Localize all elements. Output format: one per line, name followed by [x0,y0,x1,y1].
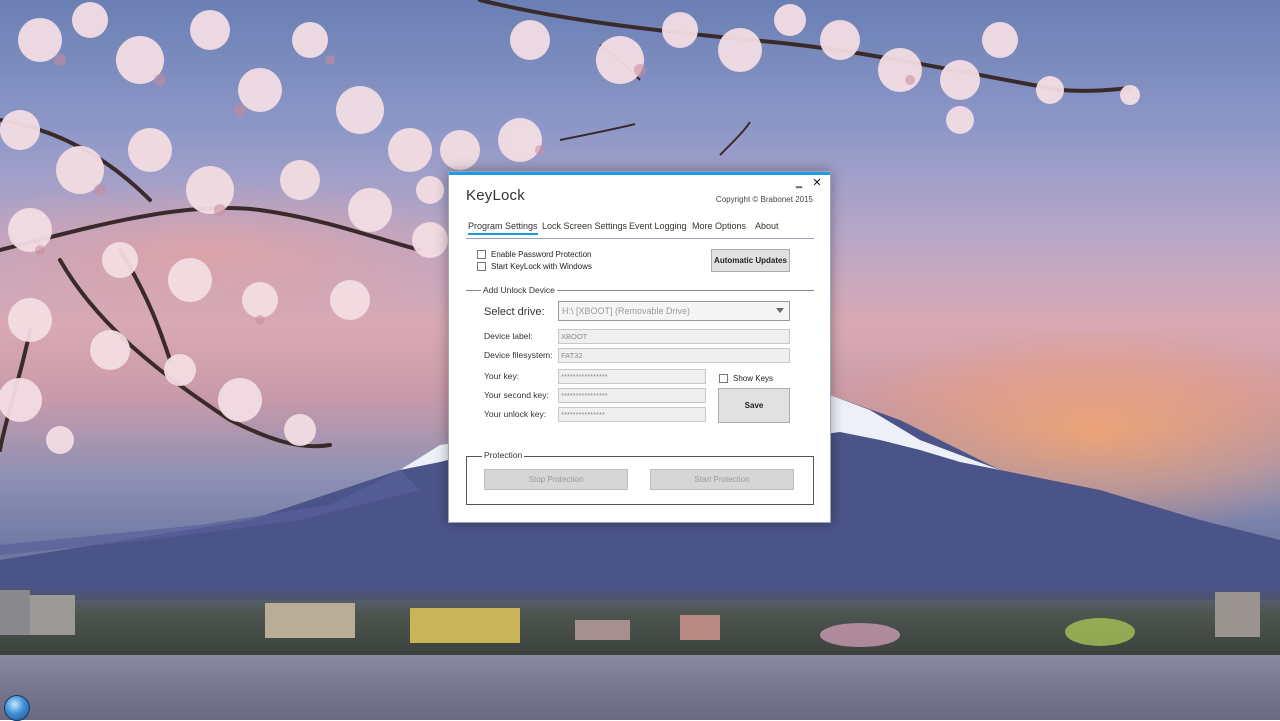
device-label-label: Device label: [484,331,533,341]
app-title: KeyLock [466,187,525,204]
show-keys-row[interactable]: Show Keys [719,374,773,383]
show-keys-checkbox[interactable] [719,374,728,383]
unlock-key-label: Your unlock key: [484,409,547,419]
device-filesystem-field[interactable]: FAT32 [558,348,790,363]
tab-program-settings[interactable]: Program Settings [468,221,538,235]
save-button[interactable]: Save [718,388,790,423]
select-drive-value: H:\ [XBOOT] (Removable Drive) [562,306,691,316]
start-with-windows-row[interactable]: Start KeyLock with Windows [477,262,592,271]
stop-protection-button[interactable]: Stop Protection [484,469,628,490]
start-with-windows-label: Start KeyLock with Windows [491,262,592,271]
window-accent-bar [449,172,830,175]
start-with-windows-checkbox[interactable] [477,262,486,271]
tab-lock-screen-settings[interactable]: Lock Screen Settings [542,221,627,231]
tab-about[interactable]: About [755,221,779,231]
select-drive-dropdown[interactable]: H:\ [XBOOT] (Removable Drive) [558,301,790,321]
windows-start-orb-icon[interactable] [4,695,30,721]
second-key-field[interactable]: **************** [558,388,706,403]
your-key-label: Your key: [484,371,520,381]
automatic-updates-button[interactable]: Automatic Updates [711,249,790,272]
show-keys-label: Show Keys [733,374,774,383]
unlock-key-field[interactable]: *************** [558,407,706,422]
close-button[interactable]: ✕ [810,176,824,190]
copyright-text: Copyright © Brabonet 2015 [715,195,813,204]
unlock-device-group-label: Add Unlock Device [481,285,557,295]
device-label-field[interactable]: XBOOT [558,329,790,344]
tab-more-options[interactable]: More Options [692,221,746,231]
device-filesystem-label: Device filesystem: [484,350,553,360]
enable-password-protection-label: Enable Password Protection [491,250,592,259]
minimize-button[interactable]: ‗ [792,176,806,190]
enable-password-protection-row[interactable]: Enable Password Protection [477,250,592,259]
protection-group-label: Protection [482,450,525,460]
tab-strip: Program Settings Lock Screen Settings Ev… [466,221,814,239]
start-protection-button[interactable]: Start Protection [650,469,794,490]
keylock-window: ‗ ✕ KeyLock Copyright © Brabonet 2015 Pr… [448,171,831,523]
enable-password-protection-checkbox[interactable] [477,250,486,259]
chevron-down-icon [776,308,784,313]
second-key-label: Your second key: [484,390,549,400]
your-key-field[interactable]: **************** [558,369,706,384]
tab-event-logging[interactable]: Event Logging [629,221,687,231]
select-drive-label: Select drive: [484,306,545,318]
